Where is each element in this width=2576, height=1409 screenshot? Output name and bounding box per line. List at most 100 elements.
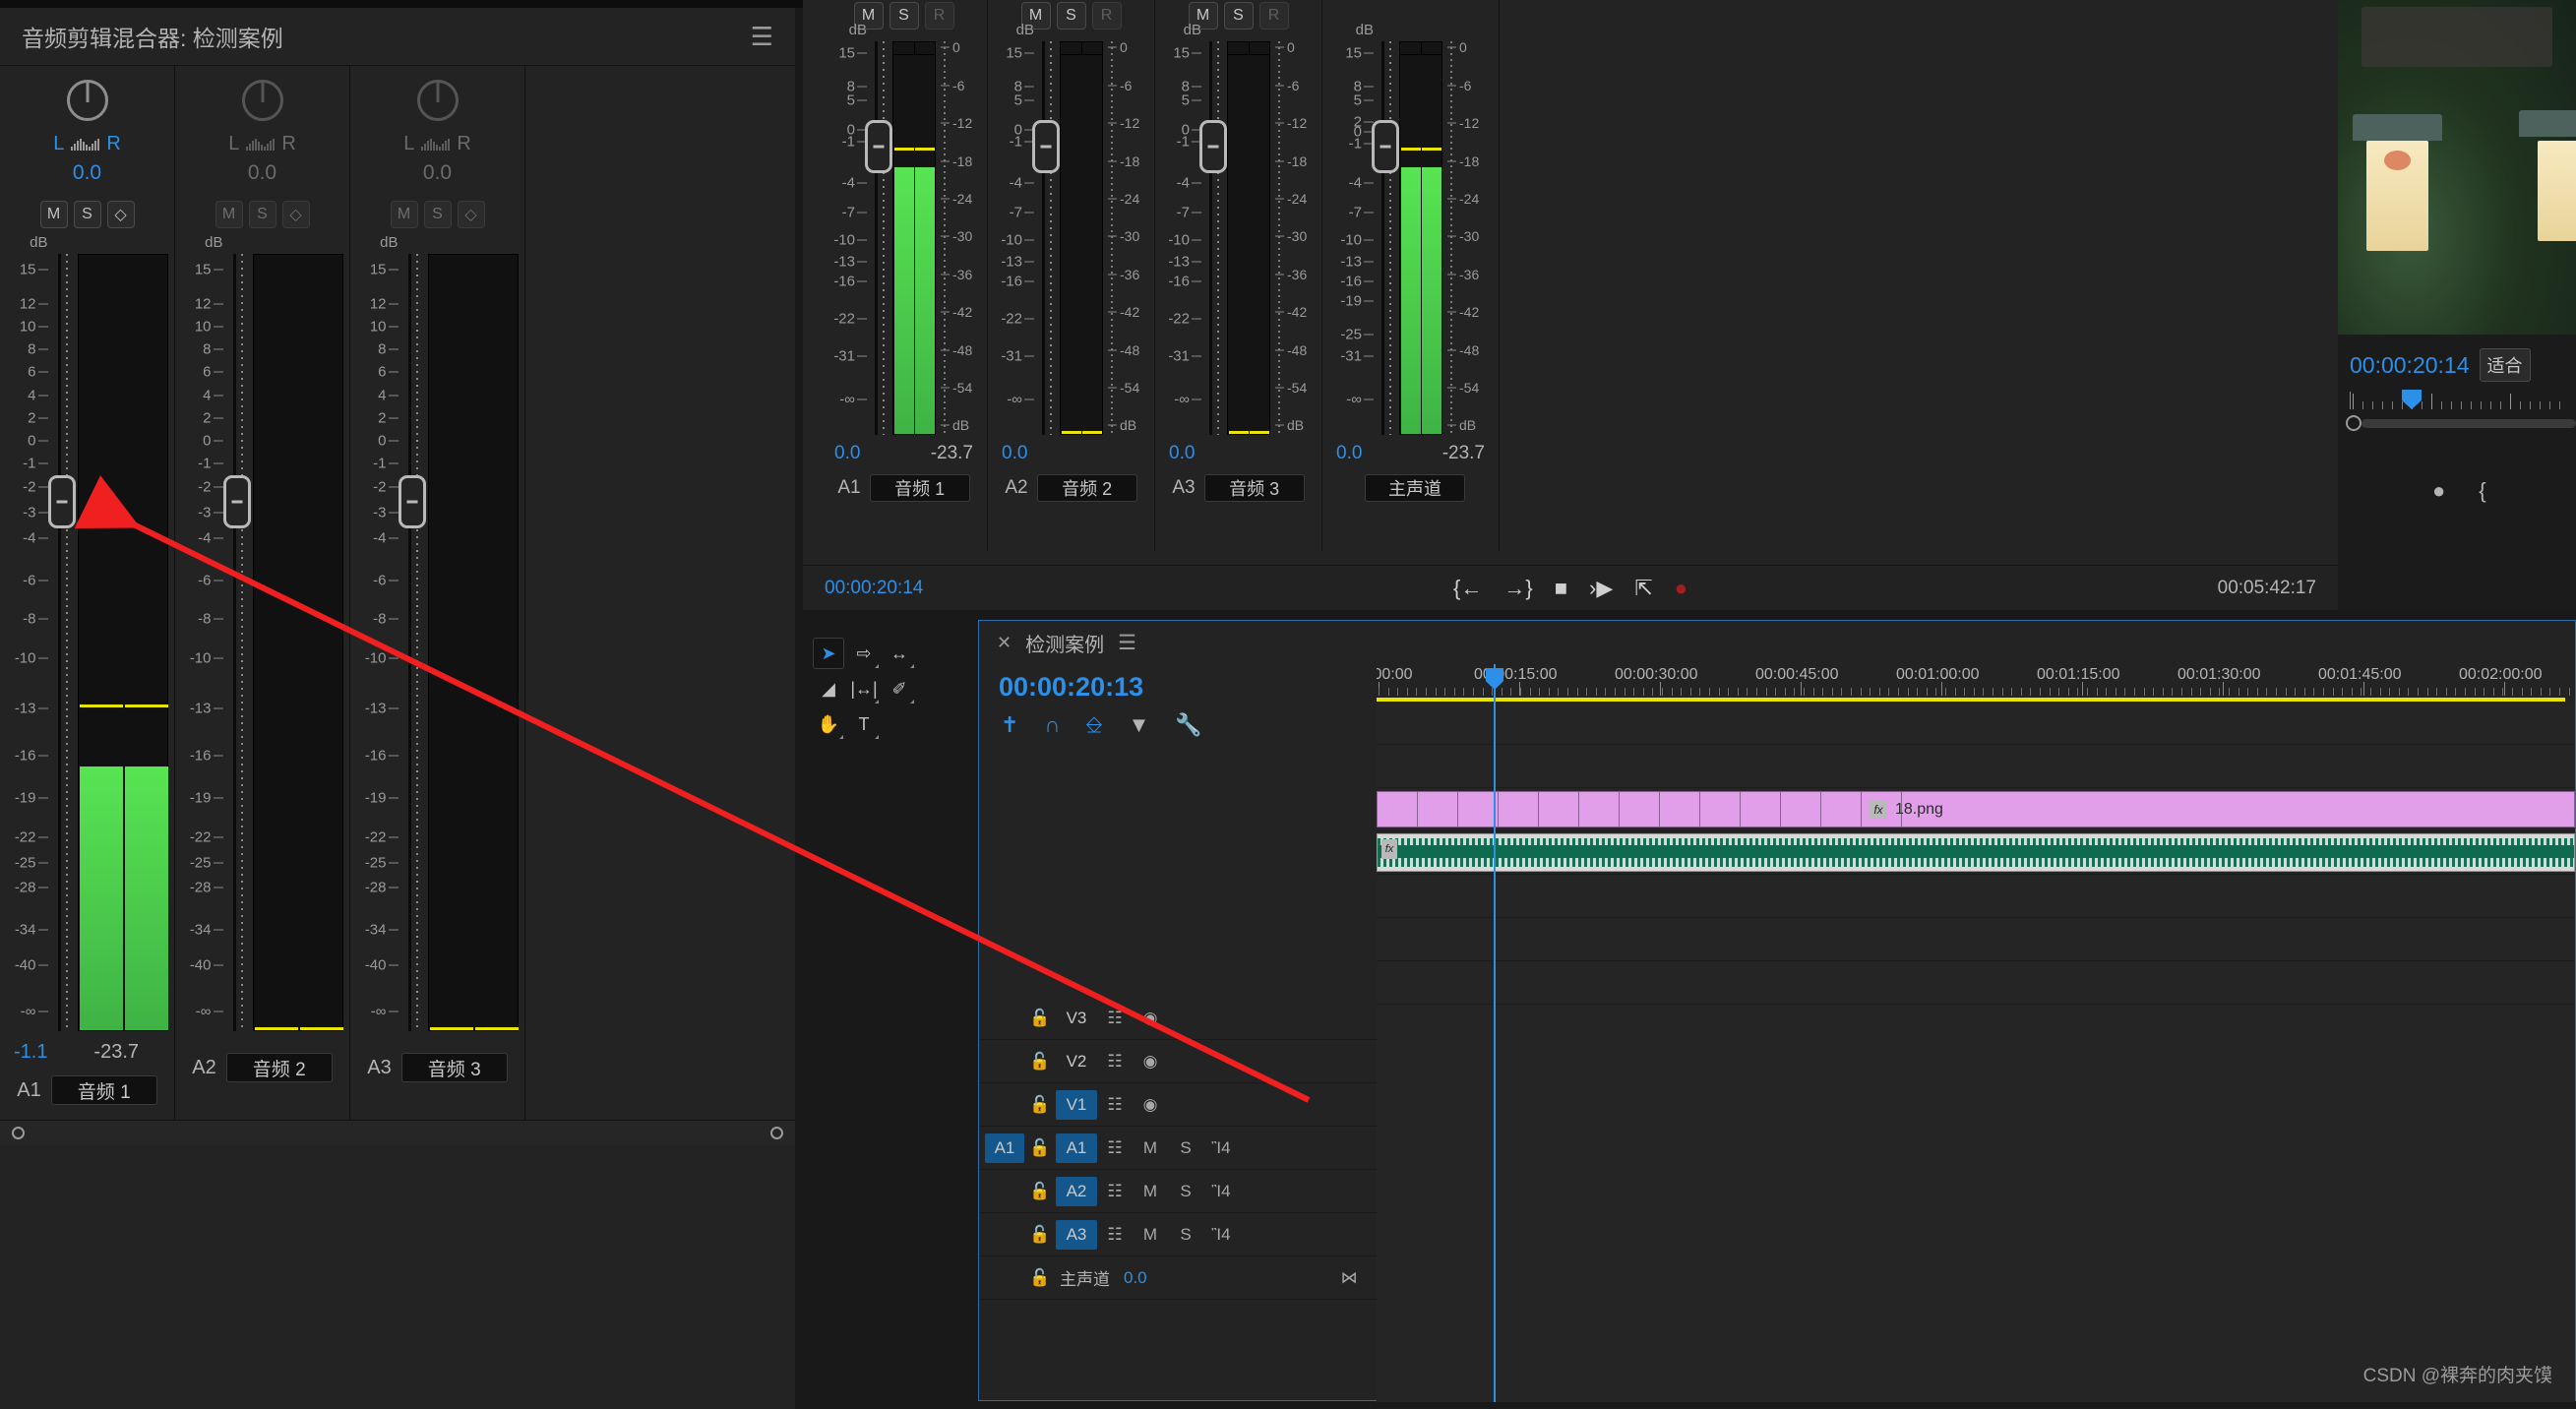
pan-knob[interactable] — [416, 80, 459, 121]
mute-button[interactable]: M — [1133, 1182, 1168, 1201]
razor-tool-icon[interactable]: ◢ — [813, 673, 844, 704]
solo-button[interactable]: S — [73, 201, 101, 228]
lock-icon[interactable]: 🔓 — [1024, 1138, 1056, 1158]
master-volume-value[interactable]: 0.0 — [1124, 1268, 1147, 1288]
timeline-playhead-timecode[interactable]: 00:00:20:13 — [979, 664, 1377, 703]
eye-icon[interactable]: ◉ — [1133, 1095, 1168, 1115]
mute-button[interactable]: M — [39, 201, 68, 228]
play-icon[interactable]: ›▶ — [1589, 577, 1613, 599]
loop-icon[interactable]: ⇱ — [1634, 577, 1652, 599]
solo-button[interactable]: S — [1168, 1182, 1203, 1201]
track-name-button[interactable]: 音频 1 — [50, 1075, 157, 1105]
track-name-button[interactable]: 主声道 — [1365, 474, 1465, 502]
solo-button[interactable]: S — [423, 201, 452, 228]
mute-button[interactable]: M — [1133, 1138, 1168, 1158]
track-name-button[interactable]: 音频 2 — [1036, 474, 1137, 502]
type-tool-icon[interactable]: T — [848, 708, 880, 740]
fader-knob[interactable] — [398, 475, 426, 529]
solo-button[interactable]: S — [889, 2, 919, 30]
track-name-A1[interactable]: A1 — [1056, 1133, 1097, 1163]
fader-value[interactable]: -1.1 — [14, 1041, 47, 1064]
fx-bypass-button[interactable]: ◇ — [457, 201, 485, 228]
insert-overwrite-icon[interactable]: ✝ — [1001, 712, 1018, 738]
track-name-button[interactable]: 音频 3 — [400, 1053, 508, 1082]
eye-icon[interactable]: ◉ — [1133, 1052, 1168, 1072]
mute-button[interactable]: M — [215, 201, 243, 228]
meter-clip-indicator[interactable] — [1061, 42, 1102, 55]
solo-button[interactable]: S — [1223, 2, 1254, 30]
sync-lock-icon[interactable]: ☷ — [1097, 1095, 1133, 1115]
lock-icon[interactable]: 🔓 — [1024, 1009, 1056, 1028]
mute-button[interactable]: M — [390, 201, 418, 228]
timeline-track-area[interactable]: :00:0000:00:15:0000:00:30:0000:00:45:000… — [1377, 664, 2575, 1402]
marker-icon[interactable]: ● — [2432, 478, 2445, 504]
lock-icon[interactable]: 🔓 — [1024, 1225, 1056, 1245]
close-icon[interactable]: ✕ — [997, 633, 1012, 653]
fader-track[interactable] — [47, 254, 76, 1031]
track-name-V1[interactable]: V1 — [1056, 1089, 1097, 1120]
track-name-A2[interactable]: A2 — [1056, 1176, 1097, 1206]
fader-value[interactable]: 0.0 — [1169, 443, 1195, 464]
fader-knob[interactable] — [222, 475, 251, 529]
fader-knob[interactable] — [1032, 120, 1060, 173]
program-monitor-ruler[interactable] — [2350, 390, 2576, 409]
sync-lock-icon[interactable]: ☷ — [1097, 1182, 1133, 1201]
fader-value[interactable]: 0.0 — [834, 443, 860, 464]
pan-value[interactable]: 0.0 — [248, 161, 276, 185]
selection-tool-icon[interactable]: ➤ — [813, 638, 844, 669]
ripple-edit-tool-icon[interactable]: ↔ — [884, 638, 915, 669]
record-arm-button[interactable]: R — [1091, 2, 1122, 30]
track-name-V2[interactable]: V2 — [1056, 1047, 1097, 1076]
program-playhead[interactable] — [2402, 390, 2422, 409]
source-patch-主声道[interactable] — [985, 1263, 1024, 1293]
pan-value[interactable]: 0.0 — [73, 161, 101, 185]
stop-icon[interactable]: ■ — [1555, 577, 1567, 599]
solo-button[interactable]: S — [1056, 2, 1086, 30]
record-icon[interactable]: ● — [1675, 577, 1687, 599]
track-select-forward-tool-icon[interactable]: ⇨ — [848, 638, 880, 669]
fader-knob[interactable] — [47, 475, 76, 529]
slip-tool-icon[interactable]: |↔| — [848, 673, 880, 704]
program-monitor-timecode[interactable]: 00:00:20:14 — [2350, 352, 2470, 379]
meter-clip-indicator[interactable] — [893, 42, 935, 55]
scroll-right-handle[interactable] — [770, 1127, 783, 1139]
source-patch-V1[interactable] — [985, 1090, 1024, 1120]
track-name-V3[interactable]: V3 — [1056, 1004, 1097, 1033]
track-name-button[interactable]: 音频 2 — [225, 1053, 333, 1082]
sync-lock-icon[interactable]: ☷ — [1097, 1138, 1133, 1158]
video-clip[interactable]: fx 18.png — [1377, 791, 2575, 827]
lock-icon[interactable]: 🔓 — [1024, 1052, 1056, 1072]
fader-track[interactable] — [1032, 41, 1060, 435]
sync-lock-icon[interactable]: ☷ — [1097, 1052, 1133, 1072]
lock-icon[interactable]: 🔓 — [1024, 1095, 1056, 1115]
mic-icon[interactable]: Ἲ4 — [1203, 1182, 1239, 1201]
track-name-button[interactable]: 音频 3 — [1203, 474, 1305, 502]
fader-value[interactable]: 0.0 — [1336, 443, 1362, 464]
master-meter-icon[interactable]: ⋈ — [1331, 1268, 1367, 1288]
scroll-left-handle[interactable] — [12, 1127, 25, 1139]
meter-clip-indicator[interactable] — [1228, 42, 1269, 55]
source-patch-V2[interactable] — [985, 1047, 1024, 1076]
record-arm-button[interactable]: R — [1258, 2, 1289, 30]
fader-track[interactable] — [1199, 41, 1227, 435]
mute-button[interactable]: M — [1133, 1225, 1168, 1245]
eye-icon[interactable]: ◉ — [1133, 1009, 1168, 1028]
source-patch-A3[interactable] — [985, 1220, 1024, 1250]
program-monitor-video[interactable] — [2338, 0, 2576, 335]
hand-tool-icon[interactable]: ✋ — [813, 708, 844, 740]
pan-value[interactable]: 0.0 — [423, 161, 452, 185]
timeline-ruler[interactable]: :00:0000:00:15:0000:00:30:0000:00:45:000… — [1377, 664, 2575, 702]
mic-icon[interactable]: Ἲ4 — [1203, 1225, 1239, 1245]
sync-lock-icon[interactable]: ☷ — [1097, 1009, 1133, 1028]
fader-value[interactable]: 0.0 — [1002, 443, 1027, 464]
clip-mixer-horizontal-scrollbar[interactable] — [0, 1120, 795, 1145]
fx-bypass-button[interactable]: ◇ — [281, 201, 310, 228]
lock-icon[interactable]: 🔓 — [1024, 1182, 1056, 1201]
track-name-A3[interactable]: A3 — [1056, 1219, 1097, 1250]
audio-clip[interactable]: fx — [1377, 833, 2575, 872]
mic-icon[interactable]: Ἲ4 — [1203, 1138, 1239, 1158]
transport-current-timecode[interactable]: 00:00:20:14 — [825, 578, 923, 599]
go-to-in-icon[interactable]: {← — [1453, 577, 1482, 599]
zoom-level-dropdown[interactable]: 适合 — [2479, 348, 2531, 382]
track-name-button[interactable]: 音频 1 — [869, 474, 970, 502]
